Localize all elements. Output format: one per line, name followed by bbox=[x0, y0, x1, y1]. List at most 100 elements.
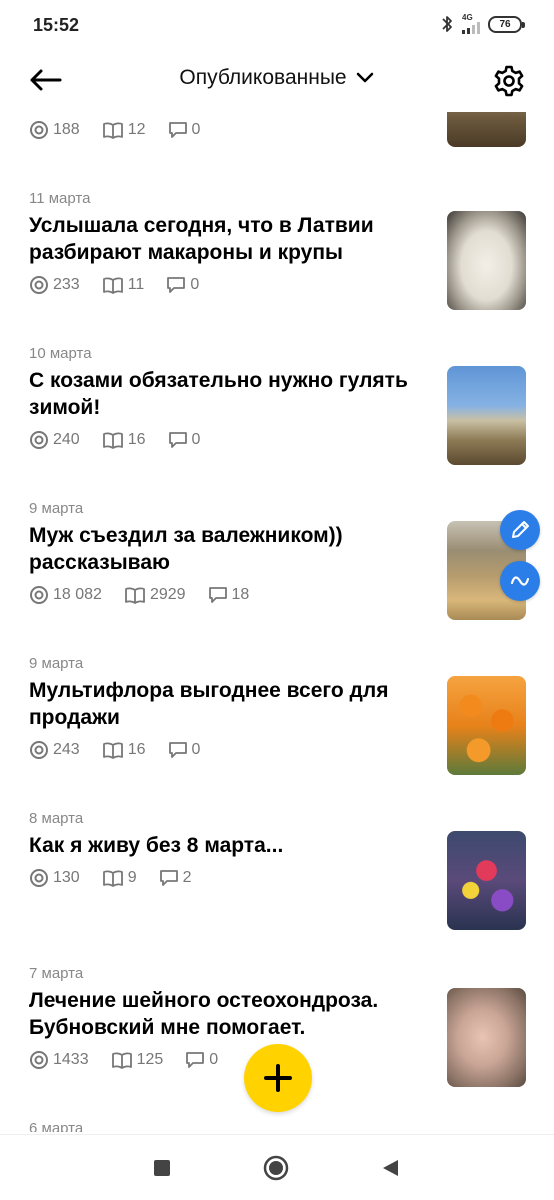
reads-stat: 12 bbox=[102, 121, 146, 139]
reads-stat: 9 bbox=[102, 869, 137, 887]
post-item[interactable]: 10 марта С козами обязательно нужно гуля… bbox=[0, 342, 554, 492]
comments-stat: 0 bbox=[166, 276, 199, 294]
comment-icon bbox=[159, 870, 178, 886]
add-post-button[interactable] bbox=[244, 1044, 312, 1112]
comments-stat: 0 bbox=[168, 431, 200, 449]
reads-stat: 16 bbox=[102, 741, 146, 759]
title-dropdown[interactable]: Опубликованные bbox=[0, 66, 554, 90]
post-stats: 188 12 0 bbox=[29, 119, 222, 141]
post-item[interactable]: 9 марта Муж съездил за валежником)) расс… bbox=[0, 497, 554, 647]
comments-count: 2 bbox=[182, 869, 192, 886]
eye-icon bbox=[30, 431, 48, 449]
book-icon bbox=[102, 277, 123, 294]
post-stats: 240 16 0 bbox=[29, 429, 222, 451]
eye-icon bbox=[30, 586, 48, 604]
comment-icon bbox=[168, 432, 187, 448]
plus-icon bbox=[264, 1064, 292, 1092]
page-title: Опубликованные bbox=[179, 66, 347, 89]
views-count: 233 bbox=[53, 276, 80, 293]
battery-icon: 76 bbox=[488, 15, 525, 33]
comment-icon bbox=[167, 277, 186, 293]
wave-button[interactable] bbox=[500, 561, 540, 601]
reads-stat: 11 bbox=[102, 276, 145, 294]
pencil-icon bbox=[512, 521, 529, 538]
post-title: Как я живу без 8 марта... bbox=[29, 834, 284, 857]
home-button[interactable] bbox=[263, 1155, 289, 1181]
wave-icon bbox=[510, 576, 530, 586]
post-date: 9 марта bbox=[29, 655, 84, 672]
comments-count: 0 bbox=[191, 121, 201, 138]
views-stat: 130 bbox=[29, 868, 80, 888]
system-back-button[interactable] bbox=[377, 1155, 403, 1181]
views-stat: 243 bbox=[29, 740, 80, 760]
post-stats: 1433 125 0 bbox=[29, 1049, 240, 1071]
views-count: 130 bbox=[53, 869, 80, 886]
system-nav-bar bbox=[0, 1134, 554, 1200]
eye-icon bbox=[30, 1051, 48, 1069]
post-item[interactable]: 11 марта Услышала сегодня, что в Латвии … bbox=[0, 187, 554, 337]
post-title: Услышала сегодня, что в Латвии разбирают… bbox=[29, 214, 374, 264]
post-date: 7 марта bbox=[29, 965, 84, 982]
circle-icon bbox=[263, 1155, 289, 1181]
post-date: 10 марта bbox=[29, 345, 92, 362]
post-title: Мультифлора выгоднее всего для продажи bbox=[29, 679, 389, 729]
comments-stat: 18 bbox=[208, 586, 250, 604]
eye-icon bbox=[30, 741, 48, 759]
views-count: 188 bbox=[53, 121, 80, 138]
comments-stat: 0 bbox=[168, 121, 201, 139]
post-thumbnail bbox=[447, 366, 526, 465]
reads-count: 11 bbox=[127, 276, 145, 293]
status-icons: 4G 76 bbox=[440, 14, 525, 34]
edit-button[interactable] bbox=[500, 510, 540, 550]
recent-apps-button[interactable] bbox=[149, 1155, 175, 1181]
comment-icon bbox=[186, 1052, 205, 1068]
reads-count: 125 bbox=[136, 1051, 164, 1068]
comments-count: 0 bbox=[191, 741, 201, 758]
post-date: 9 марта bbox=[29, 500, 84, 517]
post-thumbnail bbox=[447, 676, 526, 775]
top-bar: Опубликованные bbox=[0, 50, 554, 112]
book-icon bbox=[111, 1052, 132, 1069]
eye-icon bbox=[30, 276, 48, 294]
gear-icon bbox=[494, 65, 524, 97]
book-icon bbox=[102, 742, 123, 759]
views-stat: 188 bbox=[29, 120, 80, 140]
views-stat: 240 bbox=[29, 430, 80, 450]
post-stats: 233 11 0 bbox=[29, 274, 221, 296]
comments-stat: 2 bbox=[159, 869, 192, 887]
post-thumbnail bbox=[447, 211, 526, 310]
comments-stat: 0 bbox=[185, 1051, 218, 1069]
eye-icon bbox=[30, 121, 48, 139]
post-title: С козами обязательно нужно гулять зимой! bbox=[29, 369, 408, 419]
views-count: 240 bbox=[53, 431, 80, 448]
comments-count: 0 bbox=[190, 276, 200, 293]
reads-count: 16 bbox=[127, 741, 146, 758]
square-icon bbox=[154, 1160, 170, 1176]
comments-count: 18 bbox=[231, 586, 250, 603]
post-thumbnail bbox=[447, 988, 526, 1087]
eye-icon bbox=[30, 869, 48, 887]
posts-feed: 188 12 0 11 марта Услышала сегодня, что … bbox=[0, 112, 554, 1132]
status-bar: 15:52 4G 76 bbox=[0, 0, 554, 50]
post-title: Лечение шейного остеохондроза. Бубновски… bbox=[29, 989, 379, 1039]
views-count: 243 bbox=[53, 741, 80, 758]
reads-stat: 16 bbox=[102, 431, 146, 449]
post-stats: 243 16 0 bbox=[29, 739, 222, 761]
reads-stat: 2929 bbox=[124, 586, 186, 604]
book-icon bbox=[125, 587, 145, 604]
post-date: 11 марта bbox=[29, 190, 91, 207]
reads-count: 16 bbox=[127, 431, 146, 448]
post-date: 8 марта bbox=[29, 810, 84, 827]
post-title: Муж съездил за валежником)) рассказываю bbox=[29, 524, 343, 574]
post-item[interactable]: 9 марта Мультифлора выгоднее всего для п… bbox=[0, 652, 554, 802]
post-item[interactable]: 6 марта bbox=[0, 1117, 554, 1132]
triangle-back-icon bbox=[383, 1160, 398, 1176]
views-count: 1433 bbox=[53, 1051, 89, 1068]
book-icon bbox=[102, 870, 123, 887]
settings-button[interactable] bbox=[492, 64, 526, 98]
book-icon bbox=[102, 122, 123, 139]
comments-stat: 0 bbox=[168, 741, 201, 759]
post-item[interactable]: 188 12 0 bbox=[0, 112, 554, 152]
post-item[interactable]: 8 марта Как я живу без 8 марта... 130 9 … bbox=[0, 807, 554, 957]
reads-count: 9 bbox=[127, 869, 137, 886]
